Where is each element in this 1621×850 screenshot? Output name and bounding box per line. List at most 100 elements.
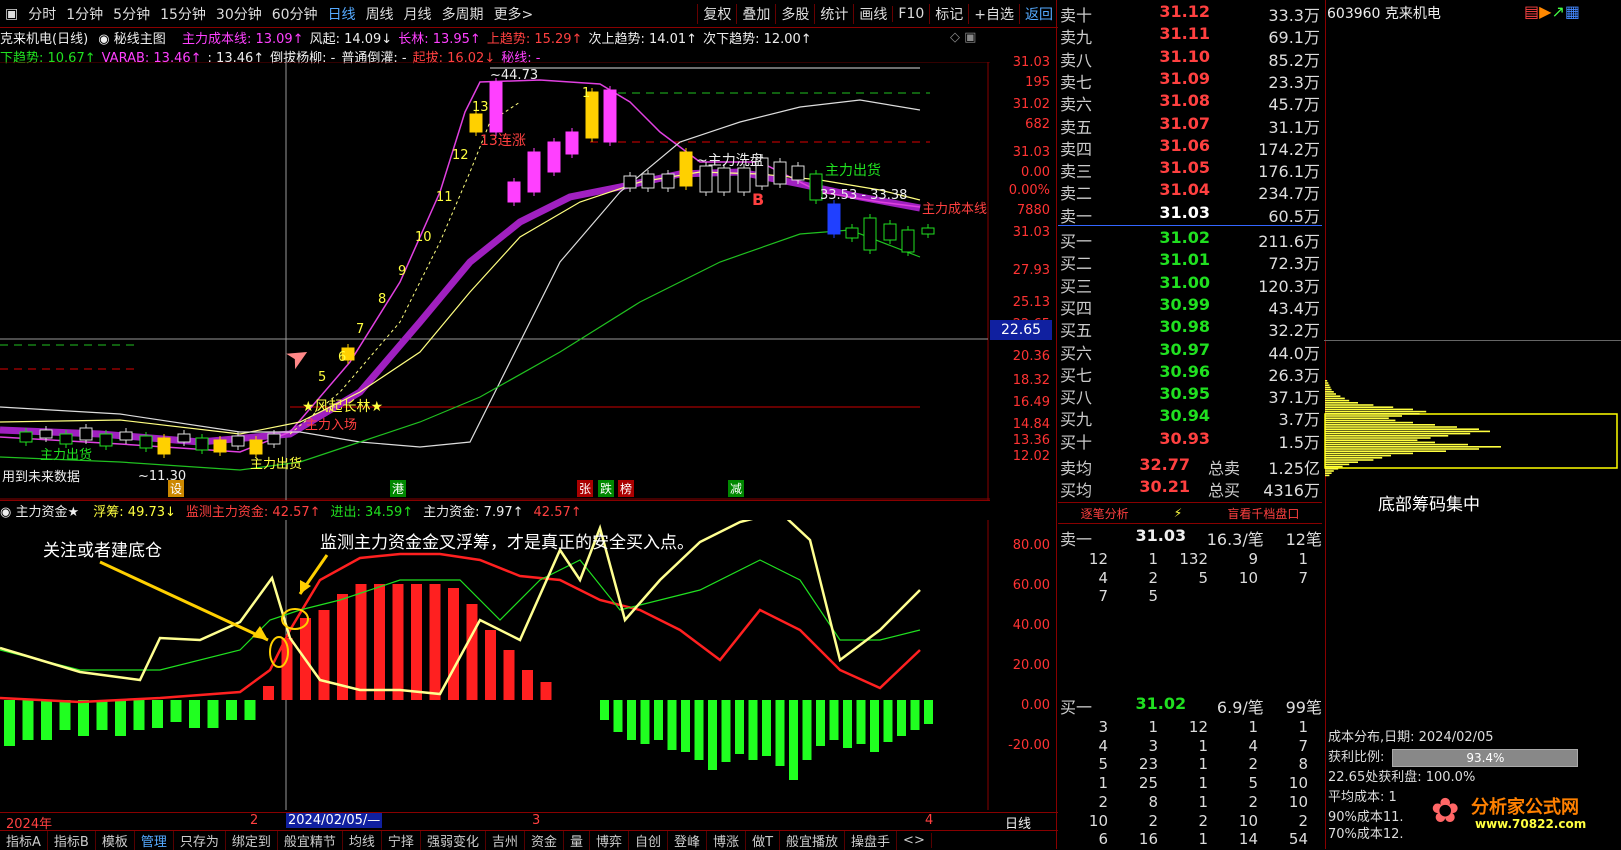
price-tick: 31.02 (1012, 97, 1050, 112)
b-mark: B (752, 190, 765, 209)
bid-row[interactable]: 买八 30.95 37.1万 (1058, 384, 1322, 407)
bottom-tab[interactable]: 模板 (96, 831, 135, 850)
tab-15min[interactable]: 15分钟 (155, 4, 211, 24)
indicator-bar (681, 700, 690, 752)
bottom-tab[interactable]: 量 (564, 831, 590, 850)
lightning-icon[interactable]: ⚡ (1174, 506, 1182, 520)
ask-volume: 234.7万 (1258, 184, 1320, 204)
bottom-tab[interactable]: 做T (746, 831, 781, 850)
bottom-tab[interactable]: 般宜播放 (780, 831, 846, 850)
bottom-tab[interactable]: 博弈 (590, 831, 630, 850)
candle (79, 427, 93, 441)
indicator-bar (870, 700, 879, 752)
right-panel-icons[interactable]: ▤▶↗▦ (1524, 2, 1580, 21)
bid-row[interactable]: 买四 30.99 43.4万 (1058, 295, 1322, 318)
tab-weekly[interactable]: 周线 (361, 4, 399, 24)
ask-row[interactable]: 卖七 31.09 23.3万 (1058, 69, 1322, 92)
bottom-tab[interactable]: 指标A (0, 831, 48, 850)
ask-level: 卖一 (1060, 206, 1093, 226)
tick-cell: 10 (1088, 811, 1108, 830)
bottom-tab[interactable]: 博涨 (707, 831, 747, 850)
panel-toggle-icon[interactable]: ▣ (0, 6, 23, 22)
bottom-tab[interactable]: 资金 (525, 831, 564, 850)
tick-price: 31.03 (1135, 526, 1187, 545)
bottom-tab[interactable]: 指标B (48, 831, 96, 850)
bottom-tab[interactable]: 宁择 (382, 831, 421, 850)
tab-tick-analysis[interactable]: 逐笔分析 (1081, 505, 1129, 522)
bottom-tab[interactable]: 管理 (135, 831, 174, 850)
bottom-tab[interactable]: 操盘手 (845, 831, 898, 850)
bottom-tab[interactable]: 般宜精节 (278, 831, 343, 850)
bid-row[interactable]: 买三 31.00 120.3万 (1058, 273, 1322, 296)
mark-button[interactable]: 标记 (929, 3, 968, 24)
bid-level: 买七 (1060, 365, 1093, 385)
bottom-tab[interactable]: 绑定到 (226, 831, 278, 850)
fuquan-button[interactable]: 复权 (697, 3, 736, 24)
tab-60min[interactable]: 60分钟 (267, 4, 323, 24)
back-button[interactable]: 返回 (1019, 3, 1058, 24)
tab-daily[interactable]: 日线 (323, 4, 361, 24)
chip-bar (1325, 424, 1435, 426)
ask-level: 卖三 (1060, 162, 1093, 182)
indicator-tick: 20.00 (1012, 658, 1050, 673)
bottom-tab[interactable]: 吉州 (486, 831, 525, 850)
indicator-name[interactable]: ◉ 主力资金★ (0, 505, 79, 520)
bid-row[interactable]: 买七 30.96 26.3万 (1058, 361, 1322, 385)
tab-thousand-depth[interactable]: 盲看千档盘口 (1227, 505, 1299, 522)
stats-button[interactable]: 统计 (814, 3, 853, 24)
bid-volume: 1.5万 (1278, 432, 1320, 452)
tab-30min[interactable]: 30分钟 (211, 4, 267, 24)
ask-row[interactable]: 卖九 31.11 69.1万 (1058, 24, 1322, 47)
ask-row[interactable]: 卖二 31.04 234.7万 (1058, 180, 1322, 204)
indicator-bar (41, 700, 52, 740)
overlay-button[interactable]: 叠加 (736, 3, 775, 24)
indicator-bar (207, 700, 219, 728)
chip-bar (1325, 435, 1449, 437)
main-kline-chart[interactable] (0, 62, 990, 500)
signal-bang: 榜 (618, 480, 635, 497)
draw-line-button[interactable]: 画线 (853, 3, 892, 24)
ask-row[interactable]: 卖六 31.08 45.7万 (1058, 91, 1322, 114)
bottom-tab[interactable]: <> (897, 833, 932, 848)
bottom-tab[interactable]: 自创 (629, 831, 669, 850)
tab-more[interactable]: 更多> (489, 4, 539, 24)
ask-row[interactable]: 卖十 31.12 33.3万 (1058, 2, 1322, 25)
add-watchlist-button[interactable]: +自选 (968, 3, 1019, 24)
ask-row[interactable]: 卖一 31.03 60.5万 (1058, 203, 1322, 226)
indicator-chart[interactable] (0, 520, 990, 810)
chip-bar (1325, 446, 1501, 448)
bottom-tab[interactable]: 均线 (343, 831, 382, 850)
bid-row[interactable]: 买六 30.97 44.0万 (1058, 340, 1322, 363)
stock-title: 克来机电(日线) (0, 32, 89, 47)
chip-bar (1325, 408, 1413, 411)
price-tick: 195 (1025, 75, 1050, 90)
f10-button[interactable]: F10 (892, 5, 929, 22)
main-figure-name[interactable]: ◉ 秘线主图 (98, 32, 172, 47)
bid-row[interactable]: 买五 30.98 32.2万 (1058, 317, 1322, 340)
tab-5min[interactable]: 5分钟 (108, 4, 155, 24)
ask-row[interactable]: 卖八 31.10 85.2万 (1058, 46, 1322, 70)
indicator-bar (503, 650, 515, 700)
tab-fenshi[interactable]: 分时 (23, 4, 61, 24)
ask-row[interactable]: 卖三 31.05 176.1万 (1058, 158, 1322, 182)
bottom-tab[interactable]: 登峰 (668, 831, 708, 850)
bottom-tab[interactable]: 只存为 (174, 831, 226, 850)
bid-row[interactable]: 买一 31.02 211.6万 (1058, 228, 1322, 251)
tab-multi-period[interactable]: 多周期 (437, 4, 489, 24)
ask-row[interactable]: 卖五 31.07 31.1万 (1058, 114, 1322, 137)
chip-bar (1325, 391, 1334, 393)
tab-1min[interactable]: 1分钟 (61, 4, 108, 24)
ask-price: 31.10 (1159, 46, 1210, 66)
ask-row[interactable]: 卖四 31.06 174.2万 (1058, 136, 1322, 159)
peak-label: ~44.73 (490, 68, 539, 83)
multi-stock-button[interactable]: 多股 (775, 3, 814, 24)
bid-row[interactable]: 买十 30.93 1.5万 (1058, 429, 1322, 452)
tab-monthly[interactable]: 月线 (399, 4, 437, 24)
bottom-tab[interactable]: 强弱变化 (421, 831, 486, 850)
bid-row[interactable]: 买二 31.01 72.3万 (1058, 250, 1322, 273)
bid-price: 30.96 (1159, 361, 1210, 381)
tick-cell: 1 (1148, 550, 1158, 568)
indicator-bar (883, 700, 893, 742)
bid-row[interactable]: 买九 30.94 3.7万 (1058, 406, 1322, 429)
chart-corner-icons[interactable]: ◇ ▣ (950, 30, 976, 45)
